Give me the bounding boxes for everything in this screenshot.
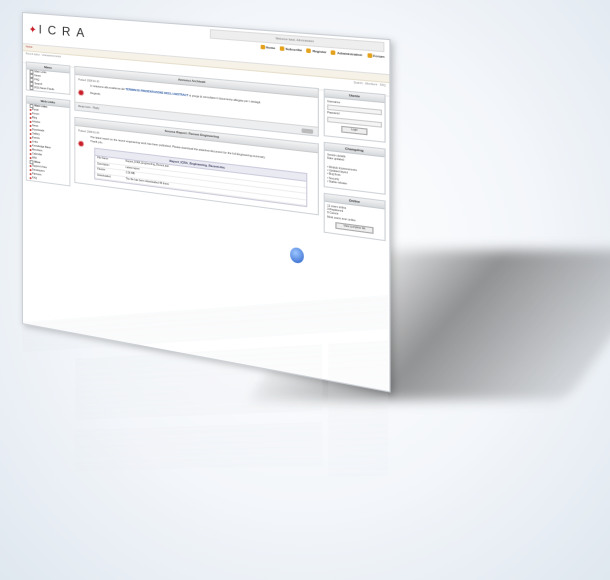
nav-admin[interactable]: Administration: [331, 50, 362, 57]
nav-subscribe[interactable]: Subscribe: [280, 46, 302, 52]
subbar-left[interactable]: Recent topics · Unanswered posts: [26, 52, 61, 58]
bullet-icon: [30, 169, 31, 171]
post-footer-link[interactable]: Read more · Reply: [78, 105, 99, 110]
bullet-icon: [30, 141, 31, 143]
post-body: Posted: 2008-01-04 ✹ The latest report o…: [75, 126, 317, 214]
nav-label: Subscribe: [285, 47, 302, 53]
bullet-icon: [30, 177, 31, 179]
user-icon: [307, 48, 312, 53]
maple-leaf-icon: ✹: [77, 87, 84, 99]
reflection-block: [328, 340, 388, 477]
stage: ✦ ICRA Welcome back, Administrator Home S…: [0, 0, 610, 580]
nav-label: Forum: [373, 54, 384, 59]
menu-item-label: RSS News Feeds: [34, 86, 54, 92]
bullet-icon: [30, 125, 31, 127]
center-column: Annunci Archivati Posted: 2008-01-10 ✹ I…: [74, 66, 319, 222]
links-box: Web Links Main Links Portal Forum Blog A…: [26, 95, 71, 186]
login-box: Utente Username Password Login: [324, 89, 386, 143]
bullet-icon: [30, 165, 31, 167]
bullet-icon: [30, 133, 31, 135]
changelog-body: Version details Date updated • Module im…: [325, 151, 385, 194]
bullet-icon: [30, 157, 31, 159]
bullet-icon: [30, 137, 31, 139]
menu-box: Menu Main Links News FAQ Search RSS News…: [26, 61, 71, 95]
bullet-icon: [30, 153, 31, 155]
logo-text: ICRA: [39, 22, 91, 40]
more-label: FAQ: [32, 176, 37, 181]
nav-label: Administration: [337, 51, 362, 57]
nav-register[interactable]: Register: [307, 48, 327, 54]
chat-icon: [367, 53, 372, 58]
screen-reflection: [22, 295, 388, 567]
home-icon: [260, 45, 264, 50]
online-body: 12 users online 3 Registered 9 Guests Mo…: [325, 201, 385, 240]
bullet-icon: [30, 145, 31, 147]
nav-home[interactable]: Home: [260, 45, 275, 51]
bullet-icon: [30, 149, 31, 151]
gear-icon: [331, 50, 336, 55]
maple-leaf-icon: ✦: [29, 25, 37, 37]
changelog-box: Changelog Version details Date updated •…: [324, 142, 386, 195]
maple-leaf-icon: ✹: [77, 138, 84, 150]
post-text-1: In relazione alla scadenza dei: [90, 85, 125, 91]
print-icon[interactable]: [302, 128, 314, 134]
bullet-icon: [30, 121, 31, 123]
login-body: Username Password Login: [325, 97, 385, 141]
bullet-icon: [30, 173, 31, 175]
rss-icon: [30, 86, 34, 90]
online-box: Online 12 users online 3 Registered 9 Gu…: [324, 192, 386, 241]
nav-label: Home: [266, 45, 275, 50]
nav-label: Register: [313, 49, 327, 55]
site-logo[interactable]: ✦ ICRA: [29, 22, 91, 41]
download-globe-icon[interactable]: [290, 247, 304, 264]
subbar-right[interactable]: Search · Members · FAQ: [354, 81, 386, 87]
reflection-block: [75, 344, 322, 420]
bullet-icon: [30, 113, 31, 115]
right-column: Utente Username Password Login Changelog…: [324, 89, 386, 248]
bullet-icon: [30, 129, 31, 131]
left-column: Menu Main Links News FAQ Search RSS News…: [26, 61, 71, 191]
nav-forum[interactable]: Forum: [367, 53, 384, 59]
rss-icon: [280, 46, 285, 51]
reflection-block: [75, 422, 322, 471]
bullet-icon: [30, 117, 31, 119]
bullet-icon: [30, 109, 31, 111]
login-button[interactable]: Login: [341, 126, 367, 135]
